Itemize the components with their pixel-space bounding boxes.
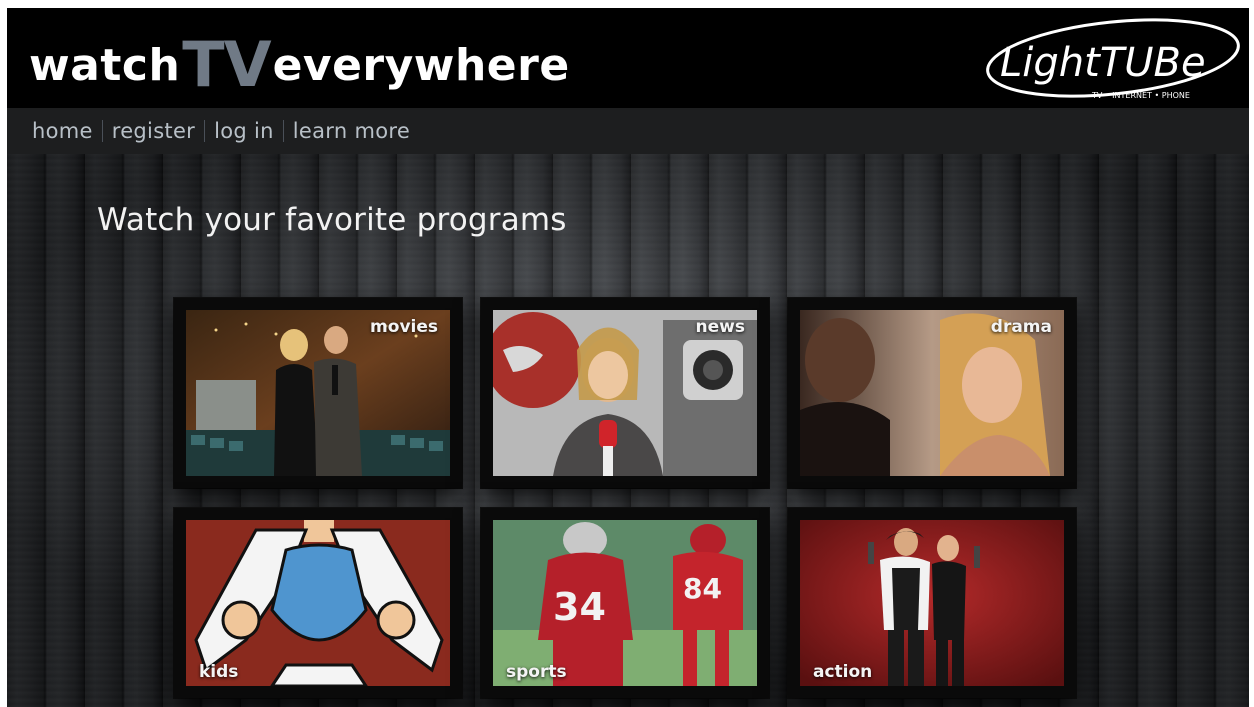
category-label-sports: sports bbox=[506, 662, 567, 682]
category-label-action: action bbox=[813, 662, 873, 682]
nav-separator bbox=[204, 120, 206, 142]
logo-tagline: TV • INTERNET • PHONE bbox=[1091, 91, 1190, 100]
category-tile-drama[interactable]: drama bbox=[788, 298, 1076, 488]
site-title[interactable]: watch TV everywhere bbox=[29, 26, 570, 96]
category-label-drama: drama bbox=[990, 317, 1052, 337]
page-frame: watch TV everywhere LightTUBe TV • INTER… bbox=[7, 8, 1249, 707]
title-everywhere: everywhere bbox=[272, 40, 570, 91]
title-watch: watch bbox=[29, 40, 181, 91]
category-tile-movies[interactable]: movies bbox=[174, 298, 462, 488]
category-label-news: news bbox=[695, 317, 745, 337]
category-tile-sports[interactable]: 34 84 sports bbox=[481, 508, 769, 698]
svg-text:34: 34 bbox=[553, 585, 606, 629]
page-headline: Watch your favorite programs bbox=[97, 202, 567, 238]
logo-graphic: LightTUBe TV • INTERNET • PHONE bbox=[986, 18, 1240, 100]
svg-text:84: 84 bbox=[683, 572, 722, 605]
category-label-movies: movies bbox=[370, 317, 438, 337]
category-tile-kids[interactable]: kids bbox=[174, 508, 462, 698]
nav-home-link[interactable]: home bbox=[32, 119, 93, 143]
logo-text: LightTUBe bbox=[1000, 40, 1206, 86]
title-tv: TV bbox=[182, 28, 271, 101]
category-label-kids: kids bbox=[199, 662, 239, 682]
nav-learn-more-link[interactable]: learn more bbox=[293, 119, 410, 143]
site-header: watch TV everywhere LightTUBe TV • INTER… bbox=[7, 8, 1249, 108]
nav-separator bbox=[101, 120, 103, 142]
category-tile-news[interactable]: news bbox=[481, 298, 769, 488]
nav-login-link[interactable]: log in bbox=[214, 119, 274, 143]
nav-register-link[interactable]: register bbox=[112, 119, 195, 143]
nav-separator bbox=[282, 120, 284, 142]
main-nav: home register log in learn more bbox=[7, 108, 1249, 154]
content-area: Watch your favorite programs movies news… bbox=[7, 154, 1249, 707]
category-tile-action[interactable]: action bbox=[788, 508, 1076, 698]
lighttube-logo[interactable]: LightTUBe TV • INTERNET • PHONE bbox=[982, 16, 1244, 102]
